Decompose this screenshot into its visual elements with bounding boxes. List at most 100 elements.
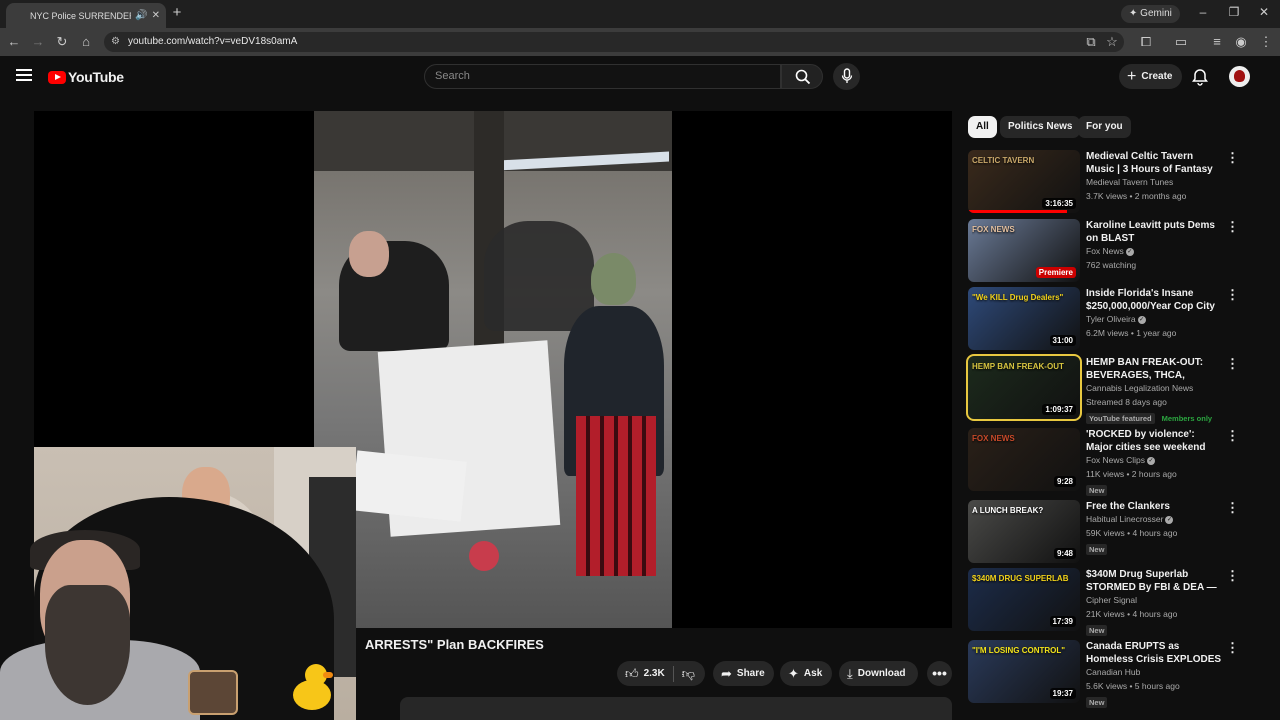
more-vertical-icon[interactable]: ⋮: [1226, 501, 1239, 514]
related-video-title[interactable]: Inside Florida's Insane $250,000,000/Yea…: [1086, 287, 1222, 313]
search-input[interactable]: Search: [424, 64, 781, 89]
more-actions-button[interactable]: •••: [927, 661, 952, 686]
address-bar[interactable]: ⚙ youtube.com/watch?v=veDV18s0amA: [104, 32, 1124, 52]
related-video-item[interactable]: "I'M LOSING CONTROL" 19:37 Canada ERUPTS a…: [968, 640, 1246, 708]
close-window-icon[interactable]: ✕: [1256, 5, 1272, 19]
voice-search-button[interactable]: [833, 63, 860, 90]
restore-icon[interactable]: ❐: [1226, 5, 1242, 19]
thumbs-up-icon[interactable]: 👍︎: [625, 661, 639, 686]
video-thumbnail[interactable]: $340M DRUG SUPERLAB 17:39: [968, 568, 1080, 631]
video-thumbnail[interactable]: "We KILL Drug Dealers" 31:00: [968, 287, 1080, 350]
profile-icon[interactable]: ◉: [1233, 34, 1249, 50]
reload-icon[interactable]: ↻: [54, 34, 70, 50]
related-video-title[interactable]: Free the Clankers: [1086, 500, 1222, 513]
channel-name[interactable]: Habitual Linecrosser ✓: [1086, 513, 1222, 527]
related-video-item[interactable]: HEMP BAN FREAK-OUT 1:09:37 HEMP BAN FREAK-…: [966, 354, 1246, 424]
chip-politics-news[interactable]: Politics News: [1000, 116, 1081, 138]
channel-name[interactable]: Cipher Signal: [1086, 594, 1222, 608]
channel-name[interactable]: Canadian Hub: [1086, 666, 1222, 680]
more-vertical-icon[interactable]: ⋮: [1226, 357, 1239, 370]
channel-name[interactable]: Fox News Clips ✓: [1086, 454, 1222, 468]
search-icon: [795, 69, 811, 85]
channel-name-text: Cannabis Legalization News: [1086, 383, 1194, 393]
plus-icon: +: [1127, 68, 1137, 85]
premiere-badge: Premiere: [1035, 267, 1076, 278]
description-box[interactable]: [400, 697, 952, 720]
more-vertical-icon[interactable]: ⋮: [1226, 220, 1239, 233]
site-info-icon[interactable]: ⚙: [111, 36, 120, 47]
ask-button[interactable]: ✦ Ask: [780, 661, 832, 686]
video-thumbnail[interactable]: FOX NEWS Premiere: [968, 219, 1080, 282]
badge-row: YouTube featured Members only: [1086, 409, 1222, 424]
more-vertical-icon[interactable]: ⋮: [1226, 288, 1239, 301]
chip-for-you[interactable]: For you: [1078, 116, 1131, 138]
logo-text: YouTube: [68, 69, 124, 85]
related-video-title[interactable]: Medieval Celtic Tavern Music | 3 Hours o…: [1086, 150, 1222, 176]
channel-name-text: Fox News Clips: [1086, 455, 1146, 465]
more-vertical-icon[interactable]: ⋮: [1226, 429, 1239, 442]
video-thumbnail[interactable]: FOX NEWS 9:28: [968, 428, 1080, 491]
reading-list-icon[interactable]: ≡: [1209, 34, 1225, 50]
share-button[interactable]: ➦ Share: [713, 661, 774, 686]
forward-icon[interactable]: →: [30, 34, 46, 50]
notifications-bell-icon[interactable]: [1191, 68, 1209, 86]
related-video-item[interactable]: FOX NEWS Premiere Karoline Leavitt puts De…: [968, 219, 1246, 285]
channel-name[interactable]: Tyler Oliveira ✓: [1086, 313, 1222, 327]
related-video-item[interactable]: $340M DRUG SUPERLAB 17:39 $340M Drug Super…: [968, 568, 1246, 636]
microphone-icon: [841, 68, 853, 83]
create-button[interactable]: + Create: [1119, 64, 1183, 89]
video-thumbnail[interactable]: A LUNCH BREAK? 9:48: [968, 500, 1080, 563]
speaker-icon[interactable]: 🔊: [135, 10, 147, 21]
new-badge: New: [1086, 697, 1108, 708]
youtube-logo[interactable]: YouTube: [48, 69, 124, 85]
channel-name[interactable]: Medieval Tavern Tunes: [1086, 176, 1222, 190]
home-icon[interactable]: ⌂: [78, 34, 94, 50]
video-thumbnail[interactable]: HEMP BAN FREAK-OUT 1:09:37: [966, 354, 1082, 421]
chip-all[interactable]: All: [968, 116, 997, 138]
related-video-title[interactable]: $340M Drug Superlab STORMED By FBI & DEA…: [1086, 568, 1222, 594]
more-vertical-icon[interactable]: ⋮: [1226, 151, 1239, 164]
video-thumbnail[interactable]: CELTIC TAVERN 3:16:35: [968, 150, 1080, 213]
new-tab-button[interactable]: +: [170, 5, 184, 21]
more-vertical-icon[interactable]: ⋮: [1226, 569, 1239, 582]
install-app-icon[interactable]: ⧉: [1083, 34, 1099, 50]
related-video-title[interactable]: 'ROCKED by violence': Major cities see w…: [1086, 428, 1222, 454]
search-button[interactable]: [781, 64, 823, 89]
extensions-icon[interactable]: ⧠: [1138, 34, 1154, 50]
related-video-item[interactable]: CELTIC TAVERN 3:16:35 Medieval Celtic Tave…: [968, 150, 1246, 216]
video-info: Free the Clankers Habitual Linecrosser ✓ 59…: [1086, 500, 1222, 555]
video-thumbnail[interactable]: "I'M LOSING CONTROL" 19:37: [968, 640, 1080, 703]
related-video-title[interactable]: HEMP BAN FREAK-OUT: BEVERAGES, THCA, DEL…: [1086, 356, 1222, 382]
thumbs-down-icon[interactable]: 👎︎: [682, 661, 695, 686]
channel-name-text: Fox News: [1086, 246, 1124, 256]
channel-name-text: Habitual Linecrosser: [1086, 514, 1164, 524]
channel-name[interactable]: Cannabis Legalization News: [1086, 382, 1222, 396]
video-duration: 3:16:35: [1042, 198, 1076, 209]
related-video-title[interactable]: Canada ERUPTS as Homeless Crisis EXPLODE…: [1086, 640, 1222, 666]
related-video-item[interactable]: "We KILL Drug Dealers" 31:00 Inside Florid…: [968, 287, 1246, 353]
new-badge: New: [1086, 625, 1108, 636]
browser-tab[interactable]: NYC Police SURRENDER to 🔊 ✕: [6, 3, 166, 28]
rubber-duck-icon: [293, 662, 333, 712]
like-count[interactable]: 2.3K: [644, 661, 665, 686]
verified-check-icon: ✓: [1125, 247, 1134, 256]
related-video-item[interactable]: A LUNCH BREAK? 9:48 Free the Clankers Habit…: [968, 500, 1246, 566]
gemini-button[interactable]: ✦ Gemini: [1121, 5, 1180, 23]
channel-name[interactable]: Fox News ✓: [1086, 245, 1222, 259]
hamburger-menu-icon[interactable]: [16, 69, 32, 83]
streamer-beard: [45, 585, 130, 705]
browser-menu-icon[interactable]: ⋮: [1258, 34, 1274, 50]
minimize-icon[interactable]: –: [1195, 5, 1211, 19]
download-button[interactable]: ⤓ Download: [839, 661, 918, 686]
back-icon[interactable]: ←: [6, 34, 22, 50]
account-avatar[interactable]: [1229, 66, 1250, 87]
youtube-play-icon: [48, 70, 66, 84]
browser-tabbar: NYC Police SURRENDER to 🔊 ✕ + ✦ Gemini –…: [0, 0, 1280, 28]
related-video-title[interactable]: Karoline Leavitt puts Dems on BLAST: [1086, 219, 1222, 245]
cast-icon[interactable]: ▭: [1173, 34, 1189, 50]
close-tab-icon[interactable]: ✕: [152, 10, 160, 21]
bookmark-star-icon[interactable]: ☆: [1104, 34, 1120, 50]
video-info: Canada ERUPTS as Homeless Crisis EXPLODE…: [1086, 640, 1222, 708]
related-video-item[interactable]: FOX NEWS 9:28 'ROCKED by violence': Major …: [968, 428, 1246, 496]
more-vertical-icon[interactable]: ⋮: [1226, 641, 1239, 654]
